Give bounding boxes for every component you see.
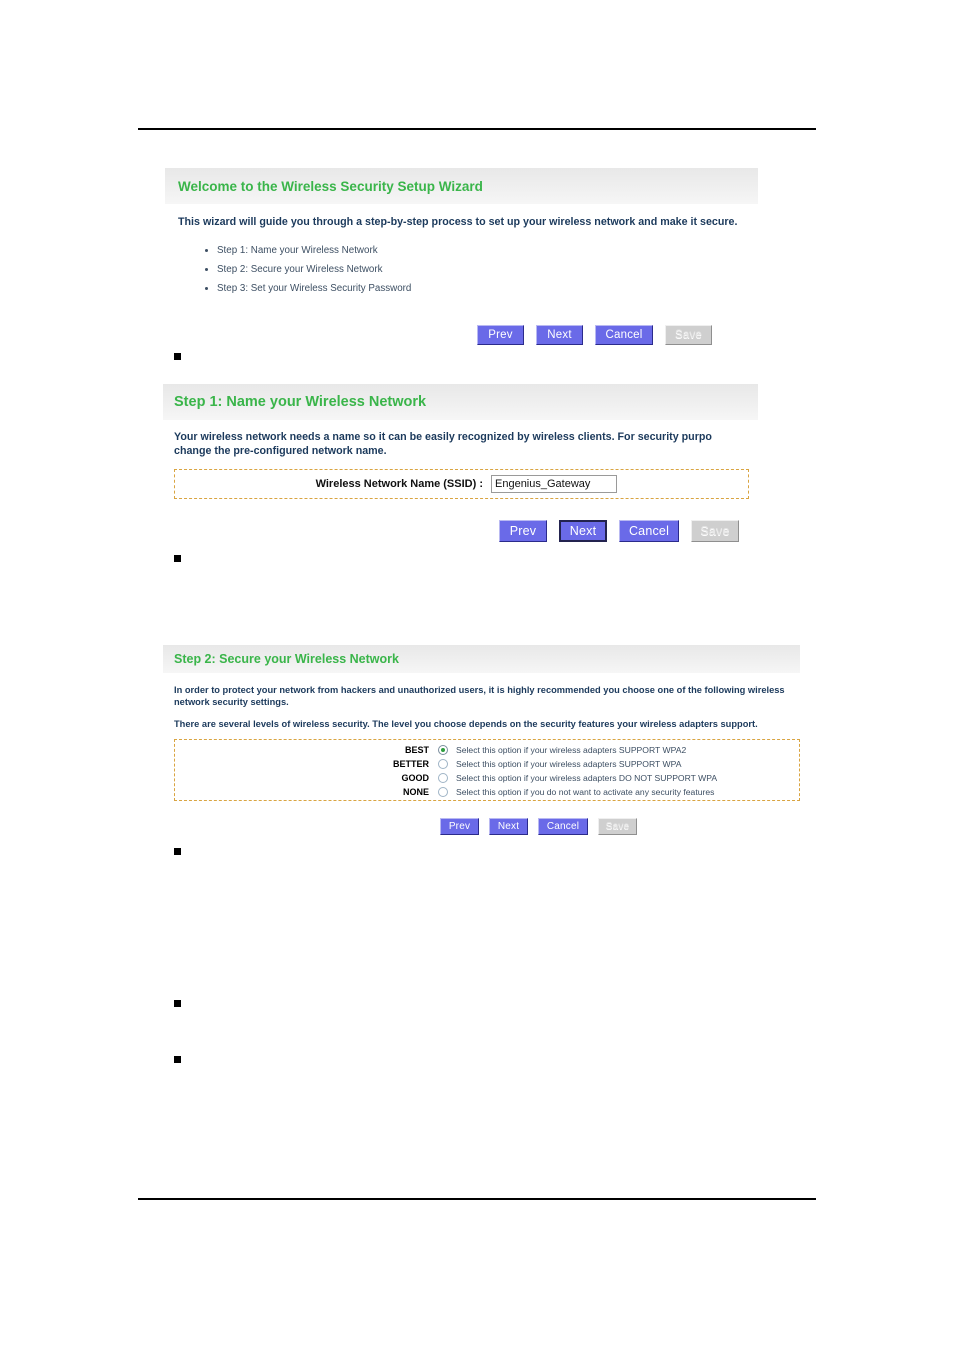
save-button: Save xyxy=(598,818,637,835)
security-option-good-tier: GOOD xyxy=(401,773,429,783)
step2-panel-title: Step 2: Secure your Wireless Network xyxy=(174,652,399,666)
welcome-button-row: Prev Next Cancel Save xyxy=(165,325,758,346)
step2-button-row: Prev Next Cancel Save xyxy=(163,818,800,835)
step1-description-line-1: Your wireless network needs a name so it… xyxy=(174,431,712,443)
ssid-field-row: Wireless Network Name (SSID) : xyxy=(175,470,748,498)
step2-description-line-3: There are several levels of wireless sec… xyxy=(174,719,758,729)
next-button[interactable]: Next xyxy=(489,818,528,835)
welcome-step-3-label: Step 3: Set your Wireless Security Passw… xyxy=(217,283,412,295)
list-item: Step 1: Name your Wireless Network xyxy=(203,241,758,260)
welcome-step-2-label: Step 2: Secure your Wireless Network xyxy=(217,264,383,276)
step1-panel-title: Step 1: Name your Wireless Network xyxy=(174,394,427,410)
radio-icon-better[interactable] xyxy=(438,759,448,769)
step2-description-line-2: network security settings. xyxy=(174,697,289,707)
ssid-field-label: Wireless Network Name (SSID) : xyxy=(315,478,483,490)
welcome-panel-header: Welcome to the Wireless Security Setup W… xyxy=(165,168,758,204)
welcome-panel-body: This wizard will guide you through a ste… xyxy=(165,204,758,298)
security-option-best-description: Select this option if your wireless adap… xyxy=(456,745,687,755)
step2-options-container: BEST Select this option if your wireless… xyxy=(174,739,800,801)
security-option-none-description: Select this option if you do not want to… xyxy=(456,787,715,797)
radio-icon-best[interactable] xyxy=(438,745,448,755)
security-option-none[interactable]: NONE Select this option if you do not wa… xyxy=(175,785,799,799)
security-option-good[interactable]: GOOD Select this option if your wireless… xyxy=(175,771,799,785)
list-item: Step 3: Set your Wireless Security Passw… xyxy=(203,279,758,298)
security-option-best[interactable]: BEST Select this option if your wireless… xyxy=(175,743,799,757)
welcome-steps-list: Step 1: Name your Wireless Network Step … xyxy=(203,241,758,298)
welcome-intro-text: This wizard will guide you through a ste… xyxy=(178,216,738,228)
welcome-panel-title: Welcome to the Wireless Security Setup W… xyxy=(178,178,483,194)
next-button[interactable]: Next xyxy=(559,520,607,542)
prev-button[interactable]: Prev xyxy=(499,520,547,542)
welcome-panel: Welcome to the Wireless Security Setup W… xyxy=(165,168,758,346)
next-button[interactable]: Next xyxy=(536,325,583,346)
margin-bullet-5 xyxy=(174,1056,181,1063)
step1-field-container: Wireless Network Name (SSID) : xyxy=(174,469,749,499)
save-button: Save xyxy=(691,520,739,542)
security-level-radio-group: BEST Select this option if your wireless… xyxy=(175,740,799,799)
margin-bullet-4 xyxy=(174,1000,181,1007)
step1-panel: Step 1: Name your Wireless Network Your … xyxy=(163,384,758,542)
radio-icon-good[interactable] xyxy=(438,773,448,783)
step1-panel-body: Your wireless network needs a name so it… xyxy=(163,420,758,457)
margin-bullet-1 xyxy=(174,353,181,360)
security-option-better-tier: BETTER xyxy=(393,759,429,769)
page-top-rule xyxy=(138,128,816,130)
security-option-better[interactable]: BETTER Select this option if your wirele… xyxy=(175,757,799,771)
prev-button[interactable]: Prev xyxy=(440,818,479,835)
step2-panel-body: In order to protect your network from ha… xyxy=(163,673,800,729)
cancel-button[interactable]: Cancel xyxy=(619,520,679,542)
margin-bullet-2 xyxy=(174,555,181,562)
step1-description-line-2: change the pre-configured network name. xyxy=(174,445,387,457)
save-button: Save xyxy=(665,325,712,346)
cancel-button[interactable]: Cancel xyxy=(538,818,588,835)
cancel-button[interactable]: Cancel xyxy=(595,325,653,346)
security-option-better-description: Select this option if your wireless adap… xyxy=(456,759,682,769)
ssid-input[interactable] xyxy=(491,475,617,493)
prev-button[interactable]: Prev xyxy=(477,325,524,346)
security-option-good-description: Select this option if your wireless adap… xyxy=(456,773,718,783)
step2-panel-header: Step 2: Secure your Wireless Network xyxy=(163,645,800,673)
margin-bullet-3 xyxy=(174,848,181,855)
step1-panel-header: Step 1: Name your Wireless Network xyxy=(163,384,758,420)
list-item: Step 2: Secure your Wireless Network xyxy=(203,260,758,279)
step2-description-line-1: In order to protect your network from ha… xyxy=(174,685,785,695)
security-option-none-tier: NONE xyxy=(402,787,429,797)
security-option-best-tier: BEST xyxy=(404,745,429,755)
step2-panel: Step 2: Secure your Wireless Network In … xyxy=(163,645,800,835)
step1-button-row: Prev Next Cancel Save xyxy=(163,520,758,542)
radio-icon-none[interactable] xyxy=(438,787,448,797)
page-bottom-rule xyxy=(138,1198,816,1200)
welcome-step-1-label: Step 1: Name your Wireless Network xyxy=(217,245,378,256)
